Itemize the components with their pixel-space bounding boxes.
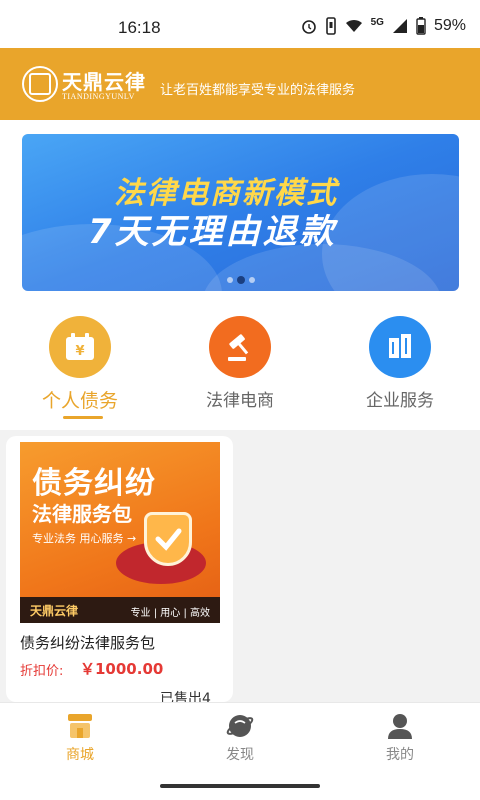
product-name[interactable]: 债务纠纷法律服务包 <box>20 632 155 653</box>
banner-subheadline: 7天无理由退款 <box>88 212 337 252</box>
tab-mine[interactable]: 我的 <box>340 711 460 764</box>
product-image-brand: 天鼎云律 <box>30 604 79 618</box>
app-header: 天鼎云律 TIANDINGYUNLV 让老百姓都能享受专业的法律服务 <box>0 48 480 120</box>
calendar-yen-icon: ¥ <box>49 316 111 378</box>
promo-banner[interactable]: 法律电商新模式 7天无理由退款 <box>22 134 459 291</box>
product-image[interactable]: 债务纠纷 法律服务包 专业法务 用心服务 → 天鼎云律 专业 | 用心 | 高效 <box>20 442 220 623</box>
network-label: 5G <box>370 16 384 28</box>
category-label: 个人债务 <box>41 390 118 412</box>
home-gesture-bar[interactable] <box>160 784 320 788</box>
shop-icon <box>20 711 140 741</box>
product-image-subtitle: 法律服务包 <box>32 502 132 526</box>
wifi-icon <box>345 19 362 32</box>
brand-subtitle: TIANDINGYUNLV <box>62 92 135 101</box>
tab-discover[interactable]: 发现 <box>180 711 300 764</box>
price-label: 折扣价: <box>20 664 64 679</box>
pagination-dot[interactable] <box>227 277 233 283</box>
pagination-dot[interactable] <box>249 277 255 283</box>
tab-label: 发现 <box>226 747 254 763</box>
tab-label: 商城 <box>66 747 94 763</box>
product-price: ￥1000.00 <box>80 660 164 678</box>
product-card[interactable]: 债务纠纷 法律服务包 专业法务 用心服务 → 天鼎云律 专业 | 用心 | 高效… <box>6 436 233 707</box>
planet-icon <box>180 711 300 741</box>
tab-label: 我的 <box>386 747 414 763</box>
status-time: 16:18 <box>118 18 161 37</box>
battery-icon <box>416 17 426 35</box>
status-icons: 5G 59% <box>301 17 466 35</box>
banner-pagination <box>227 276 255 284</box>
alarm-icon <box>301 20 316 34</box>
category-label: 企业服务 <box>366 391 434 411</box>
shield-check-icon <box>144 512 192 566</box>
category-label: 法律电商 <box>206 391 274 411</box>
product-image-title: 债务纠纷 <box>32 466 156 501</box>
product-image-motto: 专业 | 用心 | 高效 <box>130 608 210 619</box>
tab-shop[interactable]: 商城 <box>20 711 140 764</box>
brand-logo-icon <box>22 66 58 102</box>
gavel-icon <box>209 316 271 378</box>
signal-icon <box>392 19 407 33</box>
category-legal-ecommerce[interactable]: 法律电商 <box>185 316 295 411</box>
battery-percent: 59% <box>433 17 466 34</box>
header-slogan: 让老百姓都能享受专业的法律服务 <box>160 83 356 98</box>
category-enterprise-service[interactable]: 企业服务 <box>345 316 455 411</box>
svg-text:¥: ¥ <box>75 344 84 359</box>
product-image-footer: 天鼎云律 专业 | 用心 | 高效 <box>20 597 220 623</box>
bottom-tab-bar: 商城 发现 我的 <box>0 702 480 772</box>
user-icon <box>340 711 460 741</box>
category-personal-debt[interactable]: ¥ 个人债务 <box>25 316 135 419</box>
building-icon <box>369 316 431 378</box>
brand-name: 天鼎云律 <box>62 70 146 94</box>
product-image-tags: 专业法务 用心服务 → <box>32 532 137 545</box>
vibrate-icon <box>325 17 336 35</box>
pagination-dot-active[interactable] <box>237 276 245 284</box>
status-bar: 16:18 5G 59% <box>0 0 480 48</box>
active-tab-indicator <box>63 416 103 419</box>
